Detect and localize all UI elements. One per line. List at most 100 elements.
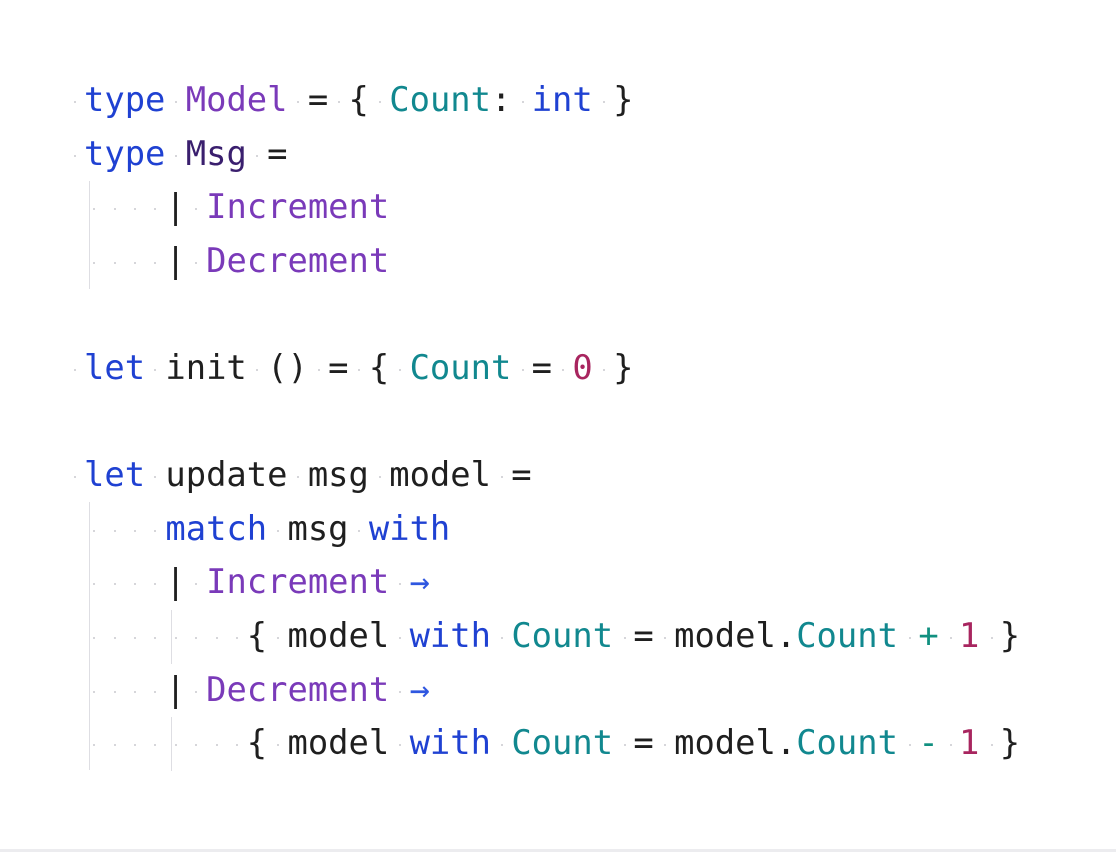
code-token: { model xyxy=(84,723,410,762)
whitespace-dot xyxy=(174,637,177,639)
code-token: Increment xyxy=(206,562,390,601)
code-token: Count xyxy=(511,723,614,762)
code-token: init () = { xyxy=(145,348,410,387)
code-token: } xyxy=(592,80,634,119)
whitespace-dot xyxy=(276,637,279,639)
code-token: | xyxy=(84,187,207,226)
code-token: + xyxy=(918,616,939,655)
code-line: type Msg = xyxy=(84,134,288,174)
code-token: } xyxy=(592,348,634,387)
code-token: with xyxy=(409,723,491,762)
whitespace-dot xyxy=(950,637,952,639)
code-token: update msg model = xyxy=(145,455,532,494)
whitespace-dot xyxy=(236,744,238,746)
code-token: with xyxy=(368,509,451,548)
code-token: Count xyxy=(409,348,512,387)
code-token: = { xyxy=(287,80,390,119)
whitespace-dot xyxy=(276,744,279,746)
code-token: 1 xyxy=(959,723,980,762)
whitespace-dot xyxy=(113,744,116,746)
whitespace-dot xyxy=(215,637,218,639)
whitespace-dot xyxy=(521,369,524,371)
code-token: Count xyxy=(796,723,898,762)
whitespace-dot xyxy=(74,155,76,157)
code-line: | Decrement xyxy=(84,241,389,281)
code-token: type xyxy=(84,80,166,119)
code-token: Model xyxy=(185,80,288,119)
code-token: let xyxy=(84,455,146,494)
code-token: Msg xyxy=(185,134,247,173)
whitespace-dot xyxy=(74,101,76,103)
whitespace-dot xyxy=(174,155,177,157)
code-line: match msg with xyxy=(84,509,450,549)
code-token: → xyxy=(409,562,430,601)
code-token: Increment xyxy=(206,187,390,226)
code-token: type xyxy=(84,134,166,173)
whitespace-dot xyxy=(378,101,381,103)
code-token: | xyxy=(84,562,207,601)
whitespace-dot xyxy=(134,530,136,532)
code-token: match xyxy=(165,509,268,548)
whitespace-dot xyxy=(134,691,136,693)
whitespace-dot xyxy=(113,691,116,693)
code-line: | Decrement → xyxy=(84,670,430,710)
code-token: | xyxy=(84,670,207,709)
whitespace-dot xyxy=(623,637,626,639)
code-token: : xyxy=(491,80,532,119)
whitespace-dot xyxy=(950,744,952,746)
whitespace-dot xyxy=(134,262,136,264)
whitespace-dot xyxy=(215,744,218,746)
whitespace-dot xyxy=(317,369,320,371)
code-token: Decrement xyxy=(206,670,390,709)
code-line: | Increment → xyxy=(84,562,430,602)
whitespace-dot xyxy=(74,476,76,478)
code-line: | Increment xyxy=(84,187,389,227)
code-token: msg xyxy=(267,509,369,548)
whitespace-dot xyxy=(990,744,993,746)
code-token: 1 xyxy=(959,616,980,655)
code-token: with xyxy=(409,616,491,655)
code-token: → xyxy=(409,670,430,709)
whitespace-dot xyxy=(521,101,524,103)
whitespace-dot xyxy=(236,637,238,639)
whitespace-dot xyxy=(113,530,116,532)
code-line: type Model = { Count: int } xyxy=(84,80,633,120)
code-token: } xyxy=(979,616,1021,655)
code-token: } xyxy=(979,723,1021,762)
code-token: int xyxy=(531,80,593,119)
whitespace-dot xyxy=(113,262,116,264)
whitespace-dot xyxy=(174,101,177,103)
whitespace-dot xyxy=(378,476,381,478)
code-token: = xyxy=(511,348,573,387)
whitespace-dot xyxy=(134,637,136,639)
code-editor[interactable]: type Model = { Count: int } type Msg = | … xyxy=(0,0,1116,852)
code-token: { model xyxy=(84,616,410,655)
whitespace-dot xyxy=(338,101,340,103)
code-token: Count xyxy=(389,80,491,119)
whitespace-dot xyxy=(174,744,177,746)
code-line: let update msg model = xyxy=(84,455,532,495)
whitespace-dot xyxy=(276,530,279,532)
whitespace-dot xyxy=(74,369,76,371)
code-token: Count xyxy=(511,616,614,655)
code-token: | xyxy=(84,241,207,280)
code-token: = model. xyxy=(613,723,797,762)
whitespace-dot xyxy=(623,744,626,746)
whitespace-dot xyxy=(134,208,136,210)
code-token: = model. xyxy=(613,616,797,655)
whitespace-dot xyxy=(113,208,116,210)
code-token: Count xyxy=(796,616,898,655)
code-token: 0 xyxy=(572,348,593,387)
whitespace-dot xyxy=(113,583,116,585)
